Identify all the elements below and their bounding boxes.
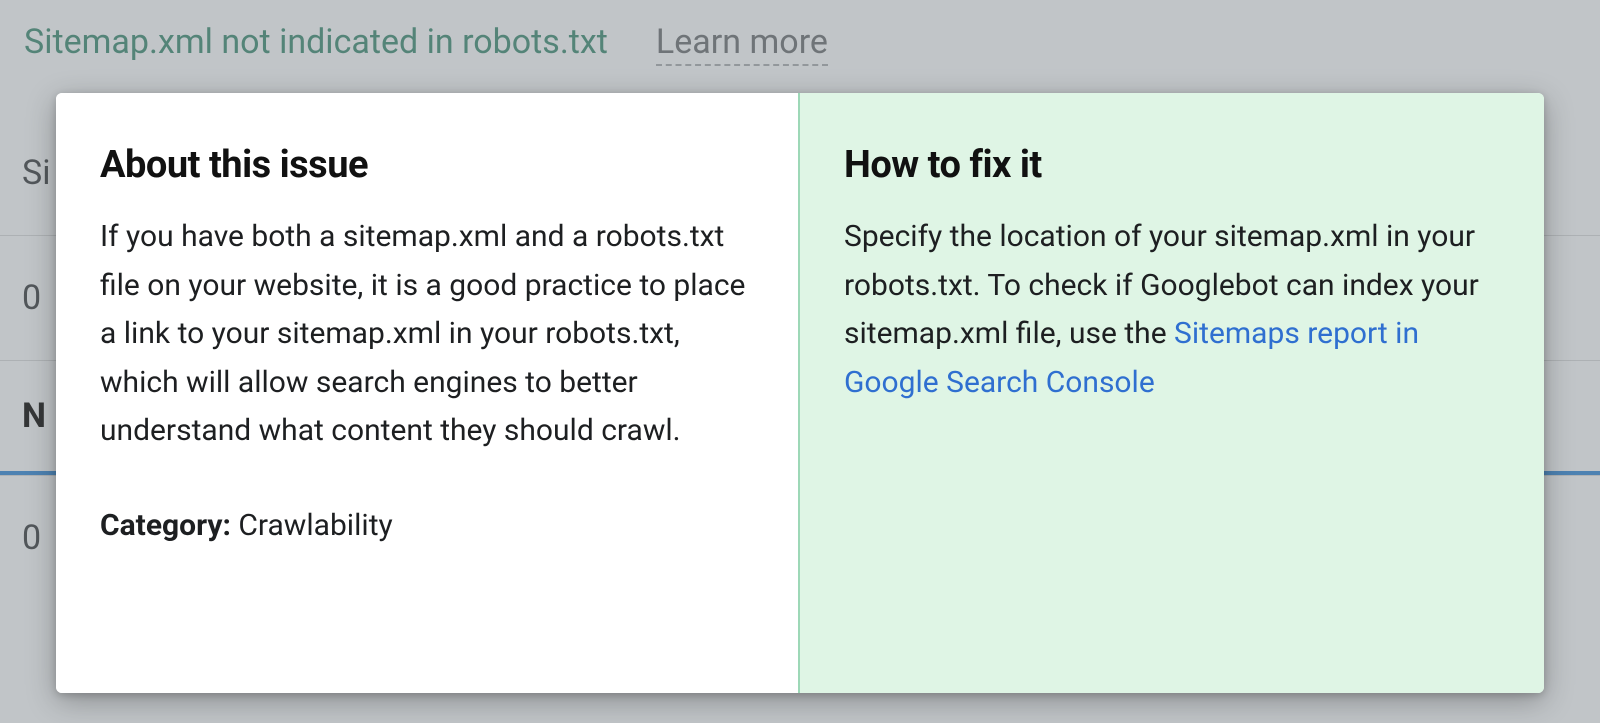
learn-more-link[interactable]: Learn more [656, 22, 828, 66]
row-cell: 0 [22, 518, 41, 558]
fix-heading: How to fix it [844, 143, 1500, 187]
category-label: Category: [100, 508, 231, 543]
about-body: If you have both a sitemap.xml and a rob… [100, 213, 754, 456]
row-cell: Si [22, 153, 50, 193]
issue-info-popover: About this issue If you have both a site… [56, 93, 1544, 693]
category-line: Category: Crawlability [100, 502, 754, 551]
row-cell: N [22, 396, 46, 436]
fix-body: Specify the location of your sitemap.xml… [844, 213, 1500, 407]
issue-header: Sitemap.xml not indicated in robots.txt … [24, 22, 1576, 66]
issue-title: Sitemap.xml not indicated in robots.txt [24, 22, 608, 62]
category-value-text: Crawlability [238, 508, 392, 543]
row-cell: 0 [22, 278, 41, 318]
about-pane: About this issue If you have both a site… [56, 93, 800, 693]
about-heading: About this issue [100, 143, 754, 187]
fix-pane: How to fix it Specify the location of yo… [800, 93, 1544, 693]
